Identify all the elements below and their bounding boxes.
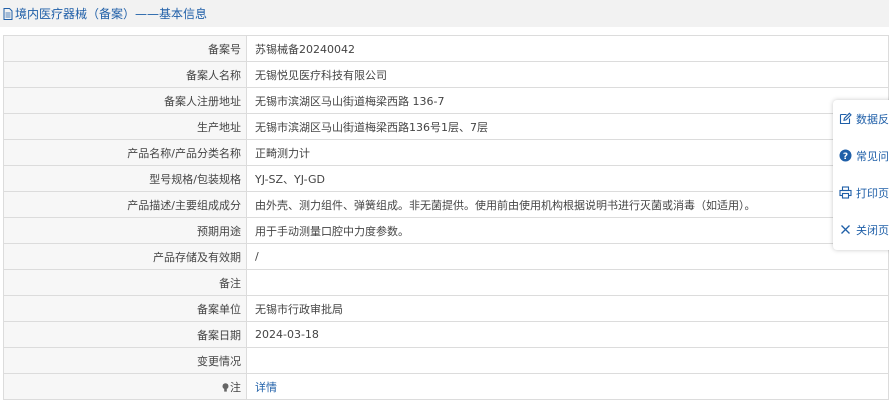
- field-label: 备案人注册地址: [3, 87, 247, 114]
- field-label: 产品存储及有效期: [3, 243, 247, 270]
- note-row: 注 详情: [3, 373, 889, 400]
- field-label: 型号规格/包装规格: [3, 165, 247, 192]
- table-row: 产品描述/主要组成成分 由外壳、测力组件、弹簧组成。非无菌提供。使用前由使用机构…: [3, 191, 889, 218]
- field-value: YJ-SZ、YJ-GD: [246, 165, 889, 192]
- side-action-panel: 数据反馈 ? 常见问题 打印页面 关闭页面: [833, 100, 889, 250]
- print-button[interactable]: 打印页面: [833, 174, 889, 211]
- faq-button[interactable]: ? 常见问题: [833, 137, 889, 174]
- field-label: 预期用途: [3, 217, 247, 244]
- table-row: 变更情况: [3, 347, 889, 374]
- print-label: 打印页面: [856, 186, 889, 200]
- faq-label: 常见问题: [856, 149, 889, 163]
- edit-icon: [839, 112, 852, 125]
- page-header: 境内医疗器械（备案）——基本信息: [0, 0, 889, 27]
- bulb-icon: [222, 382, 229, 392]
- field-value: 由外壳、测力组件、弹簧组成。非无菌提供。使用前由使用机构根据说明书进行灭菌或消毒…: [246, 191, 889, 218]
- details-link[interactable]: 详情: [255, 381, 277, 394]
- close-page-button[interactable]: 关闭页面: [833, 211, 889, 248]
- field-label: 产品名称/产品分类名称: [3, 139, 247, 166]
- table-row: 备案单位 无锡市行政审批局: [3, 295, 889, 322]
- table-row: 备案人名称 无锡悦见医疗科技有限公司: [3, 61, 889, 88]
- table-row: 备注: [3, 269, 889, 296]
- feedback-button[interactable]: 数据反馈: [833, 100, 889, 137]
- field-value: 用于手动测量口腔中力度参数。: [246, 217, 889, 244]
- info-table: 备案号 苏锡械备20240042 备案人名称 无锡悦见医疗科技有限公司 备案人注…: [3, 35, 889, 400]
- feedback-label: 数据反馈: [856, 112, 889, 126]
- table-row: 备案人注册地址 无锡市滨湖区马山街道梅梁西路 136-7: [3, 87, 889, 114]
- field-value: 正畸测力计: [246, 139, 889, 166]
- field-label: 备案号: [3, 35, 247, 62]
- table-row: 备案日期 2024-03-18: [3, 321, 889, 348]
- field-value: 无锡市滨湖区马山街道梅梁西路136号1层、7层: [246, 113, 889, 140]
- field-value: 苏锡械备20240042: [246, 35, 889, 62]
- table-row: 预期用途 用于手动测量口腔中力度参数。: [3, 217, 889, 244]
- table-row: 产品存储及有效期 /: [3, 243, 889, 270]
- note-value-cell: 详情: [246, 373, 889, 400]
- field-label: 备案日期: [3, 321, 247, 348]
- field-label: 生产地址: [3, 113, 247, 140]
- field-label: 备案人名称: [3, 61, 247, 88]
- table-row: 型号规格/包装规格 YJ-SZ、YJ-GD: [3, 165, 889, 192]
- field-value: 无锡市滨湖区马山街道梅梁西路 136-7: [246, 87, 889, 114]
- close-page-label: 关闭页面: [856, 223, 889, 237]
- field-label: 变更情况: [3, 347, 247, 374]
- question-icon: ?: [839, 149, 852, 162]
- field-value: 2024-03-18: [246, 321, 889, 348]
- page-title: 境内医疗器械（备案）——基本信息: [15, 7, 208, 21]
- note-label-cell: 注: [3, 373, 247, 400]
- field-value: 无锡市行政审批局: [246, 295, 889, 322]
- table-row: 备案号 苏锡械备20240042: [3, 35, 889, 62]
- field-label: 备注: [3, 269, 247, 296]
- field-value: 无锡悦见医疗科技有限公司: [246, 61, 889, 88]
- note-label: 注: [230, 380, 241, 394]
- svg-text:?: ?: [843, 152, 848, 162]
- document-icon: [3, 7, 13, 20]
- field-value: [246, 347, 889, 374]
- close-icon: [839, 223, 852, 236]
- field-label: 产品描述/主要组成成分: [3, 191, 247, 218]
- field-label: 备案单位: [3, 295, 247, 322]
- table-row: 生产地址 无锡市滨湖区马山街道梅梁西路136号1层、7层: [3, 113, 889, 140]
- field-value: /: [246, 243, 889, 270]
- field-value: [246, 269, 889, 296]
- print-icon: [839, 186, 852, 199]
- table-row: 产品名称/产品分类名称 正畸测力计: [3, 139, 889, 166]
